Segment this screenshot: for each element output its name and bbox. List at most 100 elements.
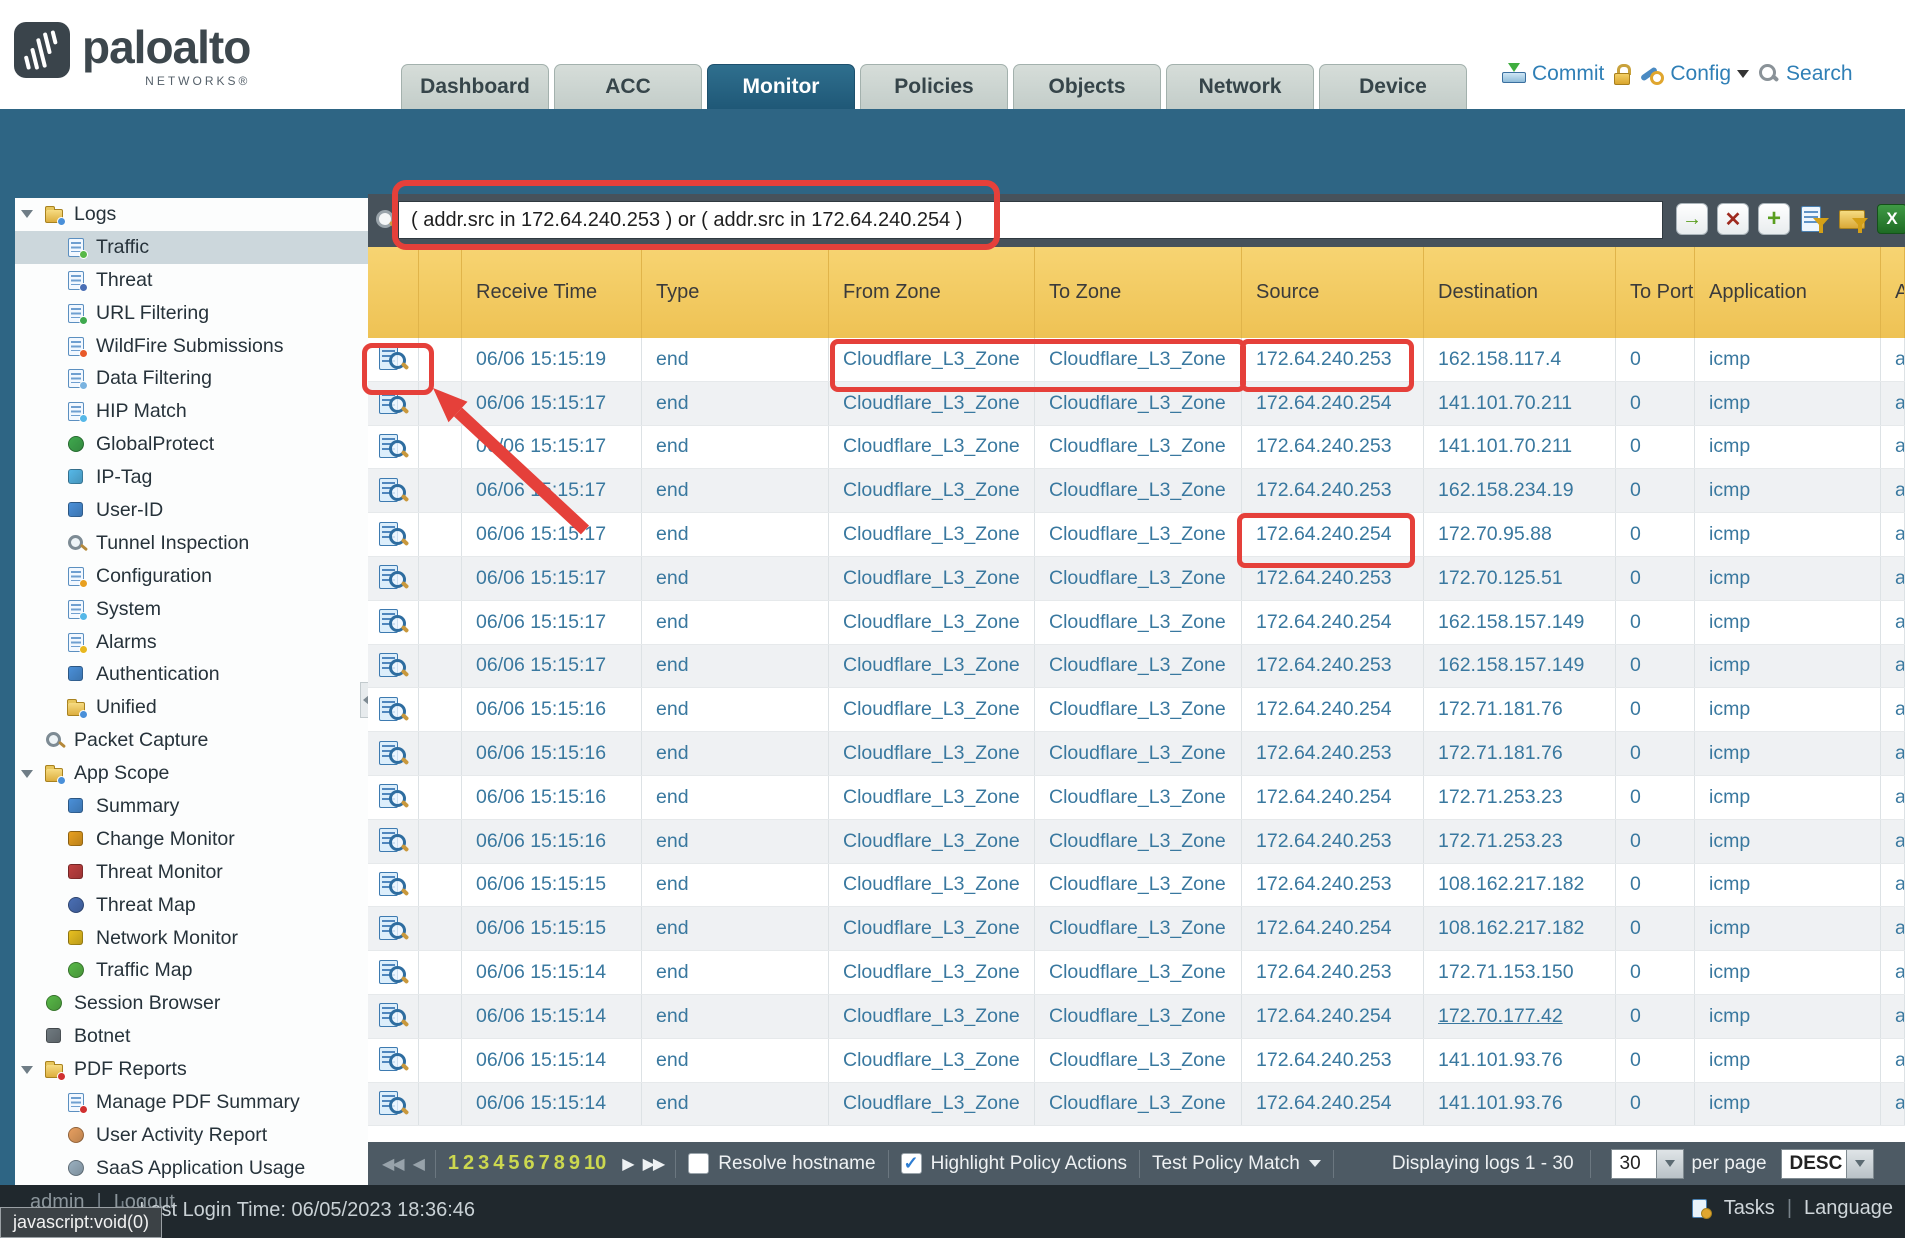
log-detail-magnifier-icon[interactable] [379, 390, 407, 416]
lock-icon[interactable] [1613, 63, 1631, 85]
log-detail-magnifier-icon[interactable] [379, 960, 407, 986]
cell-to-zone[interactable]: Cloudflare_L3_Zone [1035, 951, 1242, 994]
sidebar-item-user-id[interactable]: User-ID [15, 494, 368, 527]
log-row[interactable]: 06/06 15:15:14endCloudflare_L3_ZoneCloud… [368, 995, 1905, 1039]
cell-destination[interactable]: 172.71.253.23 [1424, 820, 1616, 863]
log-row[interactable]: 06/06 15:15:16endCloudflare_L3_ZoneCloud… [368, 732, 1905, 776]
apply-filter-icon[interactable]: → [1676, 203, 1708, 235]
commit-button[interactable]: Commit [1502, 62, 1604, 86]
cell-destination[interactable]: 172.71.153.150 [1424, 951, 1616, 994]
sidebar-item-system[interactable]: System [15, 593, 368, 626]
cell-to-zone[interactable]: Cloudflare_L3_Zone [1035, 820, 1242, 863]
cell-source[interactable]: 172.64.240.254 [1242, 601, 1424, 644]
cell-from-zone[interactable]: Cloudflare_L3_Zone [829, 776, 1035, 819]
sidebar-item-threat-map[interactable]: Threat Map [15, 889, 368, 922]
sidebar-item-url-filtering[interactable]: URL Filtering [15, 297, 368, 330]
sidebar-item-globalprotect[interactable]: GlobalProtect [15, 428, 368, 461]
per-page-dropdown-button[interactable] [1657, 1149, 1684, 1179]
sidebar-item-wildfire-submissions[interactable]: WildFire Submissions [15, 330, 368, 363]
sidebar-item-tunnel-inspection[interactable]: Tunnel Inspection [15, 527, 368, 560]
resolve-hostname-toggle[interactable]: Resolve hostname [688, 1153, 875, 1175]
tab-objects[interactable]: Objects [1013, 64, 1161, 109]
cell-source[interactable]: 172.64.240.254 [1242, 382, 1424, 425]
cell-to-zone[interactable]: Cloudflare_L3_Zone [1035, 864, 1242, 907]
log-detail-magnifier-icon[interactable] [379, 1091, 407, 1117]
cell-from-zone[interactable]: Cloudflare_L3_Zone [829, 864, 1035, 907]
cell-to-zone[interactable]: Cloudflare_L3_Zone [1035, 645, 1242, 688]
cell-from-zone[interactable]: Cloudflare_L3_Zone [829, 601, 1035, 644]
page-link-4[interactable]: 4 [493, 1152, 504, 1175]
add-filter-icon[interactable]: + [1758, 203, 1790, 235]
cell-destination[interactable]: 162.158.157.149 [1424, 645, 1616, 688]
sidebar-item-traffic-map[interactable]: Traffic Map [15, 954, 368, 987]
col-header-source[interactable]: Source [1242, 247, 1424, 338]
tasks-button[interactable]: Tasks [1724, 1197, 1775, 1220]
cell-destination[interactable]: 141.101.70.211 [1424, 426, 1616, 469]
test-policy-match-button[interactable]: Test Policy Match [1152, 1153, 1321, 1175]
sidebar-item-ip-tag[interactable]: IP-Tag [15, 461, 368, 494]
sort-order-select[interactable]: DESC [1781, 1149, 1874, 1179]
cell-to-zone[interactable]: Cloudflare_L3_Zone [1035, 513, 1242, 556]
sidebar-item-configuration[interactable]: Configuration [15, 560, 368, 593]
sidebar-item-logs[interactable]: Logs [15, 198, 368, 231]
log-detail-magnifier-icon[interactable] [379, 565, 407, 591]
sidebar-item-network-monitor[interactable]: Network Monitor [15, 922, 368, 955]
cell-from-zone[interactable]: Cloudflare_L3_Zone [829, 1039, 1035, 1082]
tree-expander-icon[interactable] [21, 210, 45, 218]
cell-destination[interactable]: 162.158.117.4 [1424, 338, 1616, 381]
sidebar-item-data-filtering[interactable]: Data Filtering [15, 362, 368, 395]
log-detail-magnifier-icon[interactable] [379, 741, 407, 767]
log-detail-magnifier-icon[interactable] [379, 872, 407, 898]
cell-to-zone[interactable]: Cloudflare_L3_Zone [1035, 1083, 1242, 1126]
cell-to-zone[interactable]: Cloudflare_L3_Zone [1035, 688, 1242, 731]
cell-source[interactable]: 172.64.240.253 [1242, 951, 1424, 994]
tree-expander-icon[interactable] [21, 1066, 45, 1074]
cell-destination[interactable]: 172.71.181.76 [1424, 688, 1616, 731]
cell-to-zone[interactable]: Cloudflare_L3_Zone [1035, 776, 1242, 819]
tab-device[interactable]: Device [1319, 64, 1467, 109]
sidebar-item-botnet[interactable]: Botnet [15, 1020, 368, 1053]
cell-destination[interactable]: 162.158.234.19 [1424, 469, 1616, 512]
cell-source[interactable]: 172.64.240.253 [1242, 557, 1424, 600]
tab-network[interactable]: Network [1166, 64, 1314, 109]
cell-destination[interactable]: 172.70.125.51 [1424, 557, 1616, 600]
sidebar-item-summary[interactable]: Summary [15, 790, 368, 823]
cell-destination[interactable]: 172.71.253.23 [1424, 776, 1616, 819]
col-header-application[interactable]: Application [1695, 247, 1881, 338]
search-button[interactable]: Search [1758, 62, 1853, 86]
page-link-3[interactable]: 3 [478, 1152, 489, 1175]
log-row[interactable]: 06/06 15:15:14endCloudflare_L3_ZoneCloud… [368, 1039, 1905, 1083]
cell-destination[interactable]: 108.162.217.182 [1424, 864, 1616, 907]
log-row[interactable]: 06/06 15:15:14endCloudflare_L3_ZoneCloud… [368, 951, 1905, 995]
log-row[interactable]: 06/06 15:15:17endCloudflare_L3_ZoneCloud… [368, 426, 1905, 470]
col-header-destination[interactable]: Destination [1424, 247, 1616, 338]
sidebar-item-hip-match[interactable]: HIP Match [15, 395, 368, 428]
cell-from-zone[interactable]: Cloudflare_L3_Zone [829, 557, 1035, 600]
page-link-10[interactable]: 10 [584, 1152, 606, 1175]
tab-policies[interactable]: Policies [860, 64, 1008, 109]
sidebar-item-change-monitor[interactable]: Change Monitor [15, 823, 368, 856]
log-row[interactable]: 06/06 15:15:15endCloudflare_L3_ZoneCloud… [368, 864, 1905, 908]
cell-from-zone[interactable]: Cloudflare_L3_Zone [829, 995, 1035, 1038]
col-header-to-port[interactable]: To Port [1616, 247, 1695, 338]
log-detail-magnifier-icon[interactable] [379, 434, 407, 460]
cell-source[interactable]: 172.64.240.254 [1242, 776, 1424, 819]
log-filter-input[interactable] [398, 201, 1663, 239]
cell-source[interactable]: 172.64.240.254 [1242, 688, 1424, 731]
cell-source[interactable]: 172.64.240.253 [1242, 645, 1424, 688]
sidebar-item-authentication[interactable]: Authentication [15, 658, 368, 691]
log-row[interactable]: 06/06 15:15:15endCloudflare_L3_ZoneCloud… [368, 907, 1905, 951]
page-link-1[interactable]: 1 [448, 1152, 459, 1175]
tab-dashboard[interactable]: Dashboard [401, 64, 549, 109]
config-button[interactable]: Config [1640, 62, 1749, 86]
cell-to-zone[interactable]: Cloudflare_L3_Zone [1035, 907, 1242, 950]
cell-from-zone[interactable]: Cloudflare_L3_Zone [829, 820, 1035, 863]
cell-source[interactable]: 172.64.240.253 [1242, 338, 1424, 381]
cell-destination[interactable]: 108.162.217.182 [1424, 907, 1616, 950]
language-button[interactable]: Language [1804, 1197, 1893, 1220]
cell-from-zone[interactable]: Cloudflare_L3_Zone [829, 732, 1035, 775]
resolve-hostname-checkbox[interactable] [688, 1153, 709, 1174]
log-row[interactable]: 06/06 15:15:17endCloudflare_L3_ZoneCloud… [368, 601, 1905, 645]
log-detail-magnifier-icon[interactable] [379, 522, 407, 548]
sidebar-item-session-browser[interactable]: Session Browser [15, 987, 368, 1020]
